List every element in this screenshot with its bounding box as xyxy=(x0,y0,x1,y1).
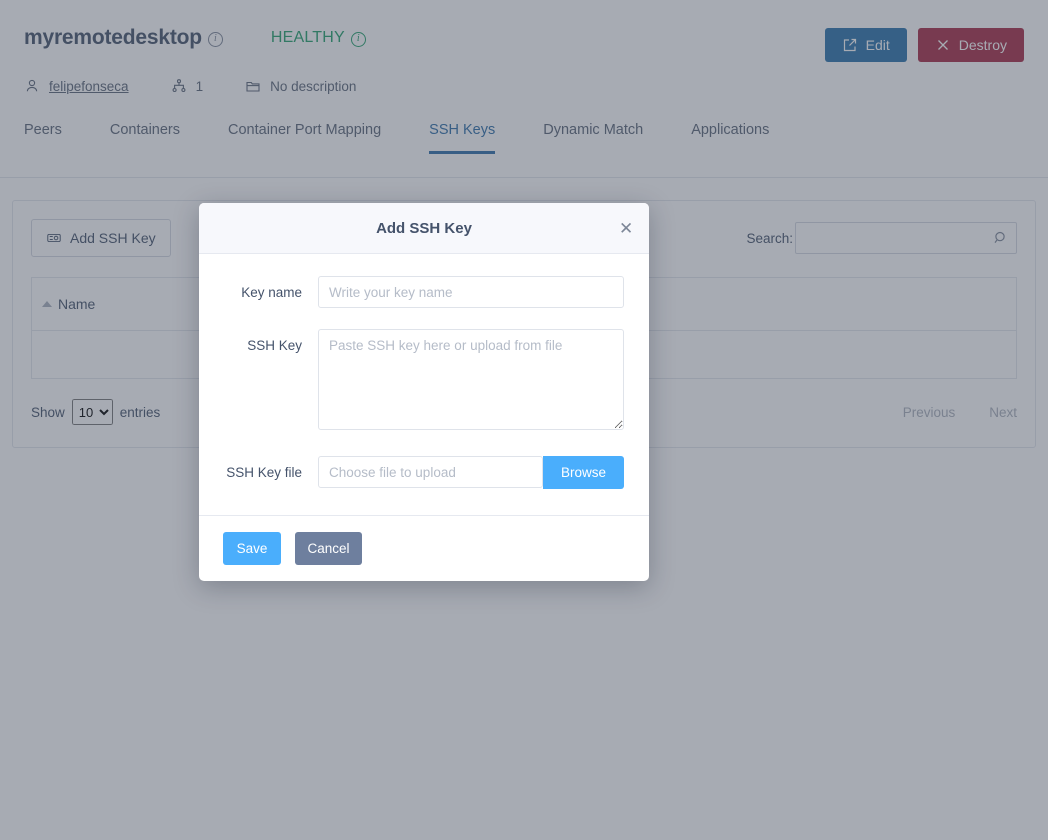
cancel-button[interactable]: Cancel xyxy=(295,532,362,565)
ssh-key-file-input[interactable] xyxy=(318,456,543,488)
ssh-key-file-control: Browse xyxy=(318,456,624,489)
add-ssh-key-modal: Add SSH Key ✕ Key name SSH Key SSH Key f… xyxy=(199,203,649,581)
save-button[interactable]: Save xyxy=(223,532,281,565)
ssh-key-label: SSH Key xyxy=(247,338,302,353)
modal-footer: Save Cancel xyxy=(199,515,649,581)
key-name-control xyxy=(318,276,624,308)
field-key-name: Key name xyxy=(224,276,624,308)
modal-header: Add SSH Key ✕ xyxy=(199,203,649,254)
key-name-input[interactable] xyxy=(318,276,624,308)
key-name-label: Key name xyxy=(241,285,302,300)
field-ssh-key: SSH Key xyxy=(224,329,624,435)
browse-button[interactable]: Browse xyxy=(542,456,624,489)
file-input-group: Browse xyxy=(318,456,624,489)
ssh-key-textarea[interactable] xyxy=(318,329,624,430)
field-ssh-key-file: SSH Key file Browse xyxy=(224,456,624,489)
modal-body: Key name SSH Key SSH Key file Browse xyxy=(199,254,649,515)
ssh-key-file-label: SSH Key file xyxy=(226,465,302,480)
modal-title: Add SSH Key xyxy=(376,219,472,237)
close-icon[interactable]: ✕ xyxy=(613,218,633,238)
ssh-key-control xyxy=(318,329,624,435)
